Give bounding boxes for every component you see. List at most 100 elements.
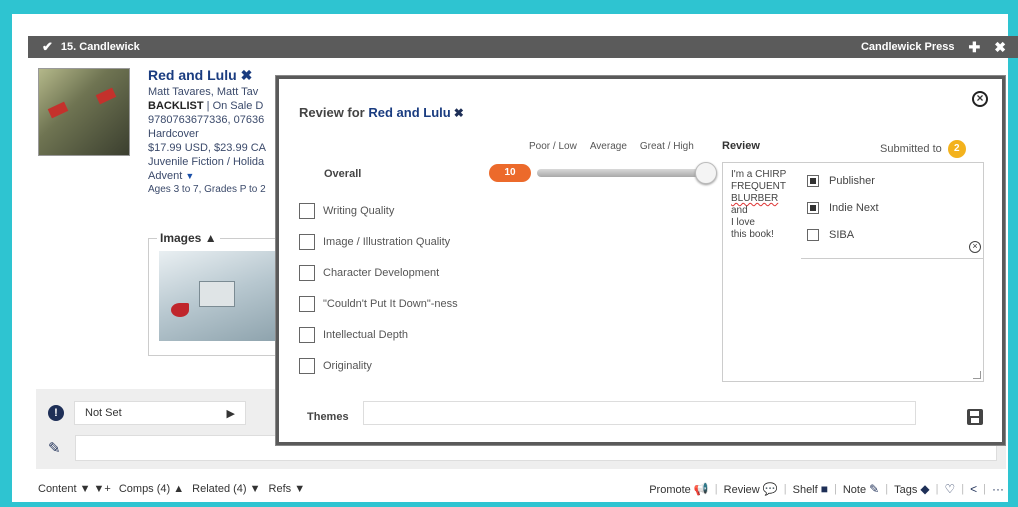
section-title: 15. Candlewick	[60, 41, 140, 53]
criteria-label: Image / Illustration Quality	[323, 235, 451, 248]
chevron-down-icon[interactable]: ▼	[185, 171, 194, 181]
shelf-label[interactable]: Shelf	[793, 484, 818, 496]
check-icon[interactable]: ✔	[42, 39, 53, 55]
review-heading: Review	[722, 140, 760, 152]
criteria-checkbox[interactable]	[299, 233, 315, 250]
footer-toolbar: Content ▼ ▼+ Comps (4) ▲ Related (4) ▼ R…	[38, 476, 1008, 502]
refs-label[interactable]: Refs	[269, 483, 292, 495]
note-button[interactable]: Note ✎	[843, 482, 879, 496]
criteria-label: Character Development	[323, 266, 440, 279]
publisher-checkbox[interactable]	[807, 174, 819, 187]
criteria-row[interactable]: Writing Quality	[299, 195, 458, 226]
criteria-checkbox[interactable]	[299, 326, 315, 343]
cardinal-graphic	[95, 87, 117, 105]
overall-slider-thumb[interactable]	[695, 162, 717, 184]
review-modal: Review for Red and Lulu ✖ × Poor / Low Av…	[276, 76, 1005, 445]
tags-label[interactable]: Tags	[894, 484, 917, 496]
divider: |	[834, 483, 837, 495]
comps-label[interactable]: Comps (4)	[119, 483, 170, 495]
subject-text[interactable]: Advent	[148, 170, 182, 182]
chevron-up-icon[interactable]: ▲	[205, 231, 217, 245]
note-label[interactable]: Note	[843, 484, 866, 496]
tag-icon[interactable]: ✖	[454, 106, 464, 120]
criteria-label: Originality	[323, 359, 372, 372]
overall-label: Overall	[324, 168, 362, 180]
criteria-checkbox[interactable]	[299, 264, 315, 281]
criteria-label: Intellectual Depth	[323, 328, 408, 341]
book-category: Juvenile Fiction / Holida	[148, 156, 265, 168]
promote-button[interactable]: Promote 📢	[649, 482, 709, 496]
cardinal-graphic	[171, 303, 189, 317]
review-line: I'm a CHIRP	[731, 169, 787, 180]
related-label[interactable]: Related (4)	[192, 483, 246, 495]
destination-indie-next[interactable]: Indie Next	[807, 194, 983, 221]
destination-publisher[interactable]: Publisher	[807, 167, 983, 194]
review-label[interactable]: Review	[724, 484, 760, 496]
criteria-row[interactable]: Character Development	[299, 257, 458, 288]
alert-icon: !	[48, 405, 64, 421]
criteria-row[interactable]: Image / Illustration Quality	[299, 226, 458, 257]
house-graphic	[199, 281, 235, 307]
images-label[interactable]: Images	[160, 231, 201, 245]
tag-icon[interactable]: ◆	[920, 482, 929, 496]
submitted-count-badge: 2	[947, 140, 966, 158]
book-subject[interactable]: Advent ▼	[148, 169, 278, 183]
review-line: and	[731, 205, 748, 216]
criteria-row[interactable]: Originality	[299, 350, 458, 381]
pencil-icon: ✎	[48, 440, 61, 457]
shelf-button[interactable]: Shelf ■	[793, 482, 828, 496]
review-line: FREQUENT	[731, 181, 786, 192]
close-section-icon[interactable]: ✖	[994, 39, 1006, 56]
cardinal-graphic	[47, 101, 69, 119]
criteria-checkbox[interactable]	[299, 202, 315, 219]
criteria-row[interactable]: Intellectual Depth	[299, 319, 458, 350]
content-label[interactable]: Content	[38, 483, 77, 495]
images-panel: Images ▲	[148, 231, 278, 356]
images-legend[interactable]: Images ▲	[157, 231, 220, 245]
publisher-name[interactable]: Candlewick Press	[861, 41, 955, 53]
status-select-value: Not Set	[85, 407, 122, 419]
more-icon[interactable]: ···	[992, 482, 1004, 496]
add-icon[interactable]: ✚	[969, 39, 981, 56]
review-button[interactable]: Review 💬	[724, 482, 778, 496]
destination-input[interactable]: ×	[801, 235, 983, 259]
related-link[interactable]: Related (4) ▼	[192, 483, 260, 495]
section-titlebar: ✔ 15. Candlewick Candlewick Press ✚ ✖	[28, 36, 1018, 58]
themes-input[interactable]	[363, 401, 916, 425]
review-line: I love	[731, 217, 755, 228]
heart-icon[interactable]: ♡	[945, 482, 956, 496]
criteria-checkbox[interactable]	[299, 357, 315, 374]
overall-slider-track[interactable]	[537, 169, 707, 177]
tag-icon[interactable]: ✖	[241, 68, 253, 83]
close-icon[interactable]: ×	[972, 91, 988, 107]
clear-icon[interactable]: ×	[969, 241, 981, 253]
book-status: BACKLIST | On Sale D	[148, 99, 278, 113]
comps-link[interactable]: Comps (4) ▲	[119, 483, 184, 495]
divider: |	[714, 483, 718, 495]
comment-icon[interactable]: 💬	[763, 482, 778, 496]
book-title[interactable]: Red and Lulu ✖	[148, 68, 278, 82]
book-title-text[interactable]: Red and Lulu	[148, 68, 237, 83]
destination-label: Publisher	[829, 174, 875, 187]
modal-book-title: Red and Lulu	[368, 105, 451, 120]
megaphone-icon[interactable]: 📢	[694, 482, 709, 496]
criteria-checkbox[interactable]	[299, 295, 315, 312]
content-link[interactable]: Content ▼ ▼+	[38, 483, 111, 495]
share-icon[interactable]: <	[970, 482, 977, 496]
interior-image[interactable]	[159, 251, 277, 341]
refs-link[interactable]: Refs ▼	[269, 483, 306, 495]
promote-label[interactable]: Promote	[649, 484, 691, 496]
criteria-row[interactable]: "Couldn't Put It Down"-ness	[299, 288, 458, 319]
indie-next-checkbox[interactable]	[807, 201, 819, 214]
book-authors[interactable]: Matt Tavares, Matt Tav	[148, 85, 278, 99]
review-line: this book!	[731, 229, 774, 240]
book-cover[interactable]	[38, 68, 130, 156]
shelf-icon[interactable]: ■	[821, 482, 828, 496]
save-icon[interactable]	[967, 409, 983, 425]
review-textarea[interactable]: I'm a CHIRP FREQUENT BLURBER and I love …	[722, 162, 984, 382]
pencil-icon[interactable]: ✎	[869, 482, 879, 496]
status-select[interactable]: Not Set ▶	[74, 401, 246, 425]
play-icon: ▶	[226, 407, 235, 420]
tags-button[interactable]: Tags ◆	[894, 482, 930, 496]
resize-handle[interactable]	[973, 371, 981, 379]
